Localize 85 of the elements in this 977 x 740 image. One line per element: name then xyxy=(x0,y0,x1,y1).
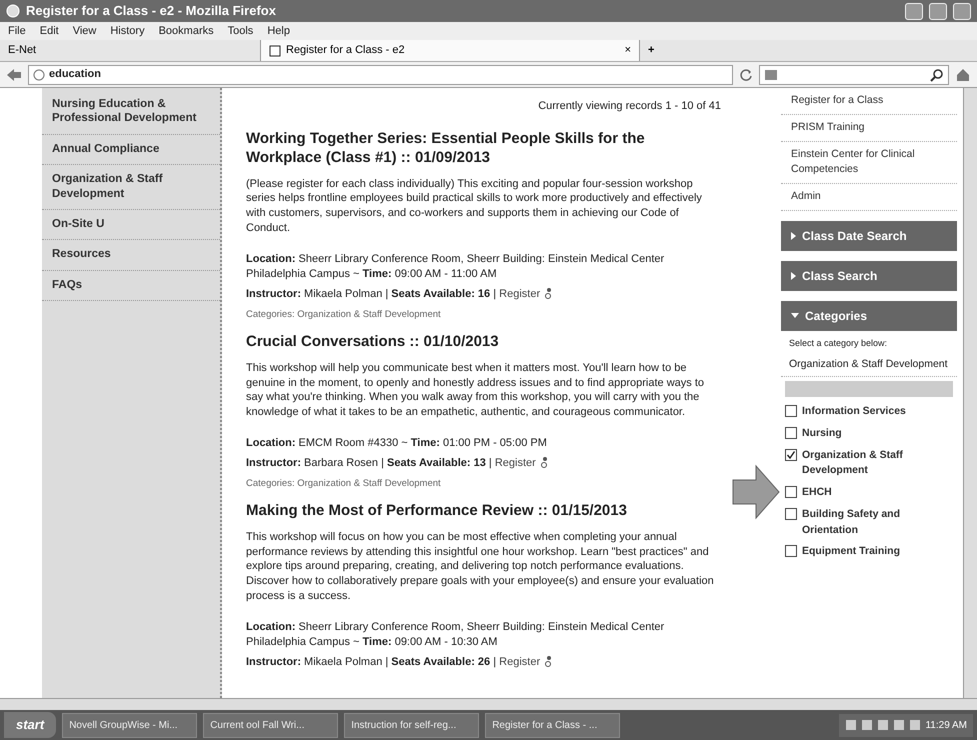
sidebar-link[interactable]: Register for a Class xyxy=(781,88,957,115)
panel-header[interactable]: Class Search xyxy=(781,260,957,291)
class-description: This workshop will focus on how you can be most effective when completing your annual performance reviews by attending this insightful one hour workshop. Learn "best practices" and explore tips around preparing, creating, and delivering top notch performance evaluations. Discover how to collaboratively prepare goals with your employee(s) and ensure your evaluation process is a success. xyxy=(246,530,715,604)
menu-item[interactable]: File xyxy=(8,22,26,40)
menu-item[interactable]: Tools xyxy=(228,22,254,40)
search-icon[interactable] xyxy=(930,68,944,82)
menu-item[interactable]: View xyxy=(72,22,96,40)
register-link[interactable]: Register xyxy=(499,288,540,300)
person-icon xyxy=(543,654,554,667)
sidebar-link[interactable]: FAQs xyxy=(42,270,220,301)
taskbar-button[interactable]: Current ool Fall Wri... xyxy=(203,712,338,738)
class-title: Crucial Conversations :: 01/10/2013 xyxy=(246,332,500,352)
address-field[interactable]: education xyxy=(28,64,733,84)
expand-icon xyxy=(791,313,799,318)
checkbox[interactable] xyxy=(785,545,797,558)
tab[interactable]: Register for a Class - e2 × xyxy=(260,40,640,61)
class-description: This workshop will help you communicate best when it matters most. You'll learn how to be genuine in the moment, to openly and honestly address issues and to find appropriate ways to say what you're thinking. When you walk away from this workshop, you will carry with you the knowledge of what it takes to be an empathetic, authentic, and courageous communicator. xyxy=(246,360,706,420)
maximize-button[interactable] xyxy=(929,2,947,20)
reload-icon[interactable] xyxy=(739,68,753,82)
instructor-line: Instructor: Mikaela Polman | Seats Available: 16 | Register xyxy=(246,286,721,302)
expand-icon xyxy=(791,232,796,240)
expand-icon xyxy=(791,272,796,280)
class-details: Location: Sheerr Library Conference Room, Sheerr Building: Einstein Medical Center Philadelphia Campus ~ Time: 09:00 AM - 10:30 AM xyxy=(246,620,666,650)
tray-icon[interactable] xyxy=(877,719,890,731)
checkbox-label: Nursing xyxy=(802,426,842,441)
close-button[interactable] xyxy=(953,2,971,20)
checkbox[interactable] xyxy=(785,486,797,498)
sidebar-link[interactable]: Einstein Center for Clinical Competencies xyxy=(781,142,957,184)
search-field[interactable] xyxy=(759,64,949,84)
class-title: Working Together Series: Essential People Skills for the Workplace (Class #1) :: 01/09/2013 xyxy=(246,128,646,168)
checkbox[interactable] xyxy=(785,405,797,417)
class-details: Location: EMCM Room #4330 ~ Time: 01:00 PM - 05:00 PM xyxy=(246,436,548,452)
minimize-button[interactable] xyxy=(905,2,923,20)
checkbox-label: Equipment Training xyxy=(802,544,900,560)
tray-icon[interactable] xyxy=(909,719,922,731)
checkbox-label: Organization & Staff Development xyxy=(802,448,904,478)
instructor-line: Instructor: Barbara Rosen | Seats Available: 13 | Register xyxy=(246,456,721,471)
register-link[interactable]: Register xyxy=(494,456,536,469)
sidebar-link[interactable]: PRISM Training xyxy=(781,114,957,142)
category-line: Categories: Organization & Staff Development xyxy=(246,476,442,491)
sidebar-link[interactable]: Organization & Staff Development xyxy=(42,165,220,210)
menu-item[interactable]: History xyxy=(110,22,145,40)
class-title: Making the Most of Performance Review :: 01/15/2013 xyxy=(246,501,628,521)
tray-icon[interactable] xyxy=(861,719,874,731)
checkbox-label: Building Safety and Orientation xyxy=(802,506,902,538)
menu-item[interactable]: Edit xyxy=(40,22,59,40)
taskbar-button[interactable]: Register for a Class - ... xyxy=(485,712,620,738)
record-count: Currently viewing records 1 - 10 of 41 xyxy=(537,99,721,114)
category-select[interactable]: Organization & Staff Development xyxy=(781,354,957,377)
category-prompt: Select a category below: xyxy=(788,336,888,350)
person-icon xyxy=(538,456,549,468)
window-title: Register for a Class - e2 - Mozilla Firefox xyxy=(26,2,277,20)
panel-header[interactable]: Class Date Search xyxy=(781,220,957,251)
checkbox[interactable] xyxy=(785,448,797,460)
scrollbar[interactable] xyxy=(0,698,977,710)
person-icon xyxy=(543,286,554,299)
clock: 11:29 AM xyxy=(925,718,967,732)
register-link[interactable]: Register xyxy=(499,656,540,668)
page-icon xyxy=(269,44,281,56)
tab-close-button[interactable]: × xyxy=(624,42,631,59)
checkbox-label: Information Services xyxy=(802,404,906,419)
sidebar-link[interactable]: Nursing Education & Professional Development xyxy=(42,90,220,135)
menu-item[interactable]: Bookmarks xyxy=(158,22,214,40)
tray-icon[interactable] xyxy=(893,719,906,731)
taskbar-button[interactable]: Novell GroupWise - Mi... xyxy=(62,712,198,738)
instructor-line: Instructor: Mikaela Polman | Seats Available: 26 | Register xyxy=(246,654,721,670)
arrow-drawing xyxy=(732,462,780,522)
scrollbar[interactable] xyxy=(963,88,977,698)
checkbox[interactable] xyxy=(785,508,797,520)
tray-icon[interactable] xyxy=(845,719,858,731)
taskbar-button[interactable]: Instruction for self-reg... xyxy=(344,712,480,738)
sidebar-link[interactable]: On-Site U xyxy=(42,210,220,240)
panel-header[interactable]: Categories xyxy=(781,300,957,331)
back-icon[interactable] xyxy=(6,68,22,82)
start-button[interactable]: start xyxy=(4,712,56,738)
sidebar-link[interactable]: Resources xyxy=(42,240,220,271)
class-details: Location: Sheerr Library Conference Room, Sheerr Building: Einstein Medical Center Philadelphia Campus ~ Time: 09:00 AM - 11:00 AM xyxy=(246,252,666,282)
sidebar-link[interactable]: Annual Compliance xyxy=(42,134,220,166)
class-description: (Please register for each class individually) This exciting and popular four-session workshop series helps frontline employees build practical skills to work more productively and effectively with customers, supervisors, and co-workers and supports them in achieving our Code of Conduct. xyxy=(246,176,703,236)
sidebar-link[interactable]: Admin xyxy=(781,184,957,211)
checkbox-label: EHCH xyxy=(802,485,832,500)
category-line: Categories: Organization & Staff Development xyxy=(246,308,442,322)
checkbox[interactable] xyxy=(785,426,797,439)
home-icon[interactable] xyxy=(955,66,971,82)
menu-item[interactable]: Help xyxy=(267,22,290,40)
